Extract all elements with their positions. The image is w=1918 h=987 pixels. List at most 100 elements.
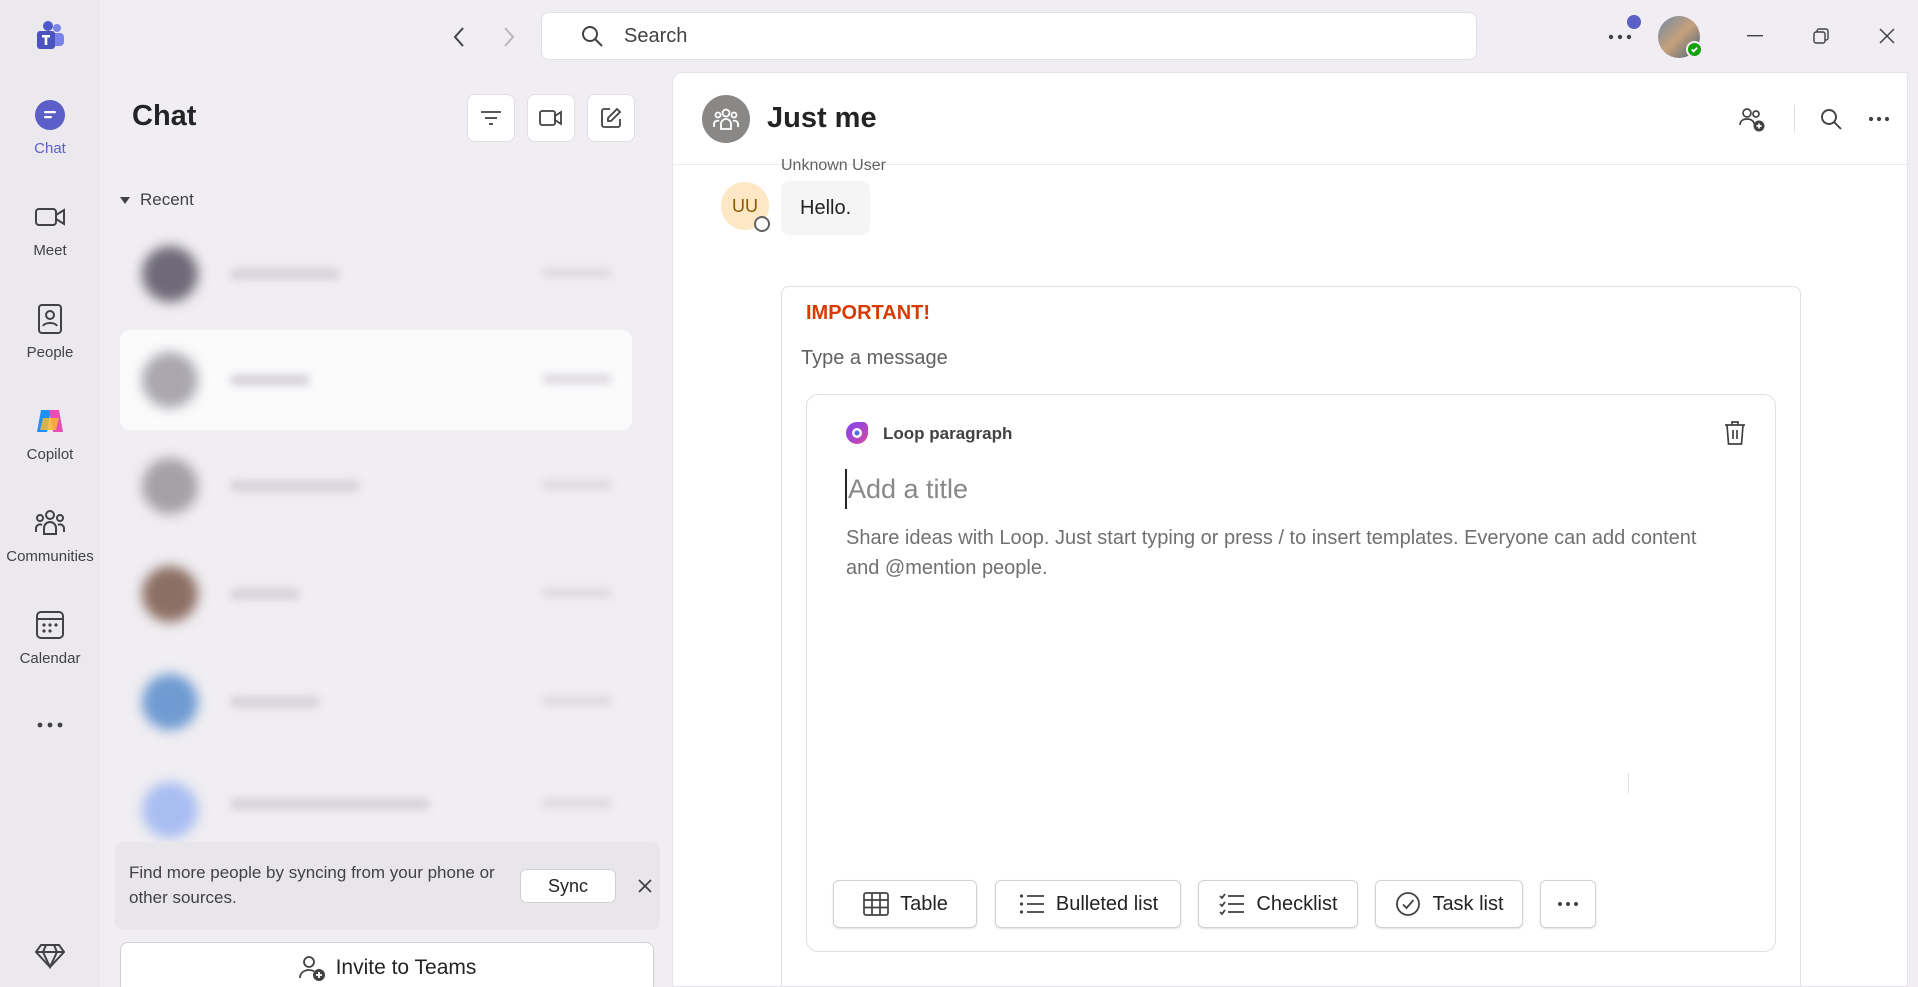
ellipsis-icon — [37, 722, 63, 728]
search-icon — [1821, 109, 1842, 130]
restore-button[interactable] — [1799, 16, 1843, 56]
filter-button[interactable] — [467, 94, 515, 142]
header-divider — [1794, 105, 1795, 133]
more-apps-button[interactable] — [0, 705, 100, 745]
available-status-icon — [1686, 41, 1703, 58]
delete-loop-button[interactable] — [1719, 417, 1751, 449]
invite-button-label: Invite to Teams — [335, 956, 477, 979]
search-in-chat-button[interactable] — [1813, 101, 1849, 137]
group-avatar[interactable] — [702, 95, 750, 143]
blurred-timestamp — [542, 480, 612, 490]
blurred-avatar — [142, 458, 198, 514]
search-input[interactable] — [624, 24, 1324, 48]
sync-button[interactable]: Sync — [520, 869, 616, 903]
conversation-header: Just me — [673, 73, 1907, 165]
add-people-button[interactable] — [1734, 101, 1770, 137]
video-camera-icon — [33, 200, 67, 234]
app-rail: Chat Meet People Copilot Communities Cal… — [0, 0, 100, 987]
chevron-left-icon — [453, 27, 464, 47]
insert-button-label: Checklist — [1256, 892, 1338, 915]
rail-item-label: Calendar — [19, 650, 81, 667]
rail-item-calendar[interactable]: Calendar — [0, 598, 100, 688]
new-chat-button[interactable] — [587, 94, 635, 142]
insert-task-list-button[interactable]: Task list — [1375, 880, 1523, 928]
minimize-button[interactable] — [1733, 16, 1777, 56]
chat-list-item[interactable] — [120, 330, 632, 430]
loop-title-input[interactable] — [845, 469, 1725, 509]
chat-list-item[interactable] — [120, 760, 632, 840]
compose-box[interactable]: IMPORTANT! Type a message Loop paragraph… — [781, 286, 1801, 986]
blurred-timestamp — [542, 268, 612, 278]
invite-to-teams-button[interactable]: Invite to Teams — [120, 942, 654, 987]
checklist-icon — [1218, 890, 1246, 918]
insert-button-label: Bulleted list — [1055, 892, 1159, 915]
rail-item-meet[interactable]: Meet — [0, 190, 100, 280]
chat-list-item[interactable] — [120, 436, 632, 536]
meet-now-button[interactable] — [527, 94, 575, 142]
notification-dot — [1627, 15, 1641, 29]
more-options-button[interactable] — [1861, 101, 1897, 137]
compose-divider — [1628, 773, 1629, 793]
blurred-timestamp — [542, 374, 612, 384]
rail-item-label: Copilot — [26, 446, 74, 463]
recent-section-label: Recent — [140, 190, 194, 209]
insert-button-label: Table — [900, 892, 948, 915]
ellipsis-icon — [1868, 116, 1890, 122]
insert-button-label: Task list — [1432, 892, 1504, 915]
rail-item-label: Chat — [34, 140, 66, 157]
message-placeholder[interactable]: Type a message — [801, 347, 948, 370]
blurred-name — [230, 480, 360, 492]
chat-list-item[interactable] — [120, 224, 632, 324]
priority-label: IMPORTANT! — [806, 302, 931, 324]
blurred-timestamp — [542, 588, 612, 598]
chat-list-item[interactable] — [120, 652, 632, 752]
caret-down-icon — [120, 196, 130, 204]
dismiss-banner-button[interactable] — [633, 874, 657, 898]
sync-contacts-banner: Find more people by syncing from your ph… — [115, 842, 660, 930]
blurred-name — [230, 588, 300, 600]
close-window-button[interactable] — [1865, 16, 1909, 56]
conversation-title: Just me — [767, 102, 877, 134]
copilot-icon — [33, 404, 67, 438]
blurred-name — [230, 374, 310, 386]
ellipsis-icon — [1558, 902, 1578, 906]
recent-section-toggle[interactable]: Recent — [120, 190, 194, 210]
calendar-icon — [33, 608, 67, 642]
blurred-timestamp — [542, 798, 612, 808]
blurred-avatar — [142, 782, 198, 838]
message-bubble[interactable]: Hello. — [781, 181, 871, 235]
conversation-pane: Just me Unknown User UU Hello. IMPORTANT… — [672, 72, 1908, 987]
search-icon — [580, 23, 606, 49]
rail-item-label: Communities — [6, 548, 94, 565]
blurred-avatar — [142, 352, 198, 408]
blurred-name — [230, 798, 430, 810]
rail-item-communities[interactable]: Communities — [0, 496, 100, 586]
chat-list-item[interactable] — [120, 544, 632, 644]
insert-bulleted-list-button[interactable]: Bulleted list — [995, 880, 1181, 928]
add-people-icon — [1739, 108, 1765, 132]
rail-item-chat[interactable]: Chat — [0, 88, 100, 178]
restore-icon — [1813, 28, 1829, 44]
forward-button[interactable] — [492, 20, 526, 54]
sync-banner-text: Find more people by syncing from your ph… — [129, 863, 495, 907]
loop-body-placeholder[interactable]: Share ideas with Loop. Just start typing… — [846, 523, 1726, 583]
blurred-name — [230, 268, 340, 280]
insert-table-button[interactable]: Table — [833, 880, 977, 928]
back-button[interactable] — [442, 20, 476, 54]
minimize-icon — [1747, 35, 1763, 37]
add-person-icon — [298, 954, 326, 982]
rail-item-label: Meet — [33, 242, 67, 259]
blurred-avatar — [142, 246, 198, 302]
insert-checklist-button[interactable]: Checklist — [1198, 880, 1358, 928]
premium-button[interactable] — [30, 940, 70, 972]
chat-icon — [33, 98, 67, 132]
rail-item-copilot[interactable]: Copilot — [0, 394, 100, 484]
chat-list-title: Chat — [132, 100, 197, 132]
compose-icon — [601, 107, 622, 128]
rail-item-people[interactable]: People — [0, 292, 100, 382]
search-box[interactable] — [541, 12, 1477, 60]
teams-logo-icon[interactable] — [34, 20, 66, 52]
more-insert-options-button[interactable] — [1540, 880, 1596, 928]
communities-icon — [33, 506, 67, 540]
trash-icon — [1725, 421, 1745, 445]
